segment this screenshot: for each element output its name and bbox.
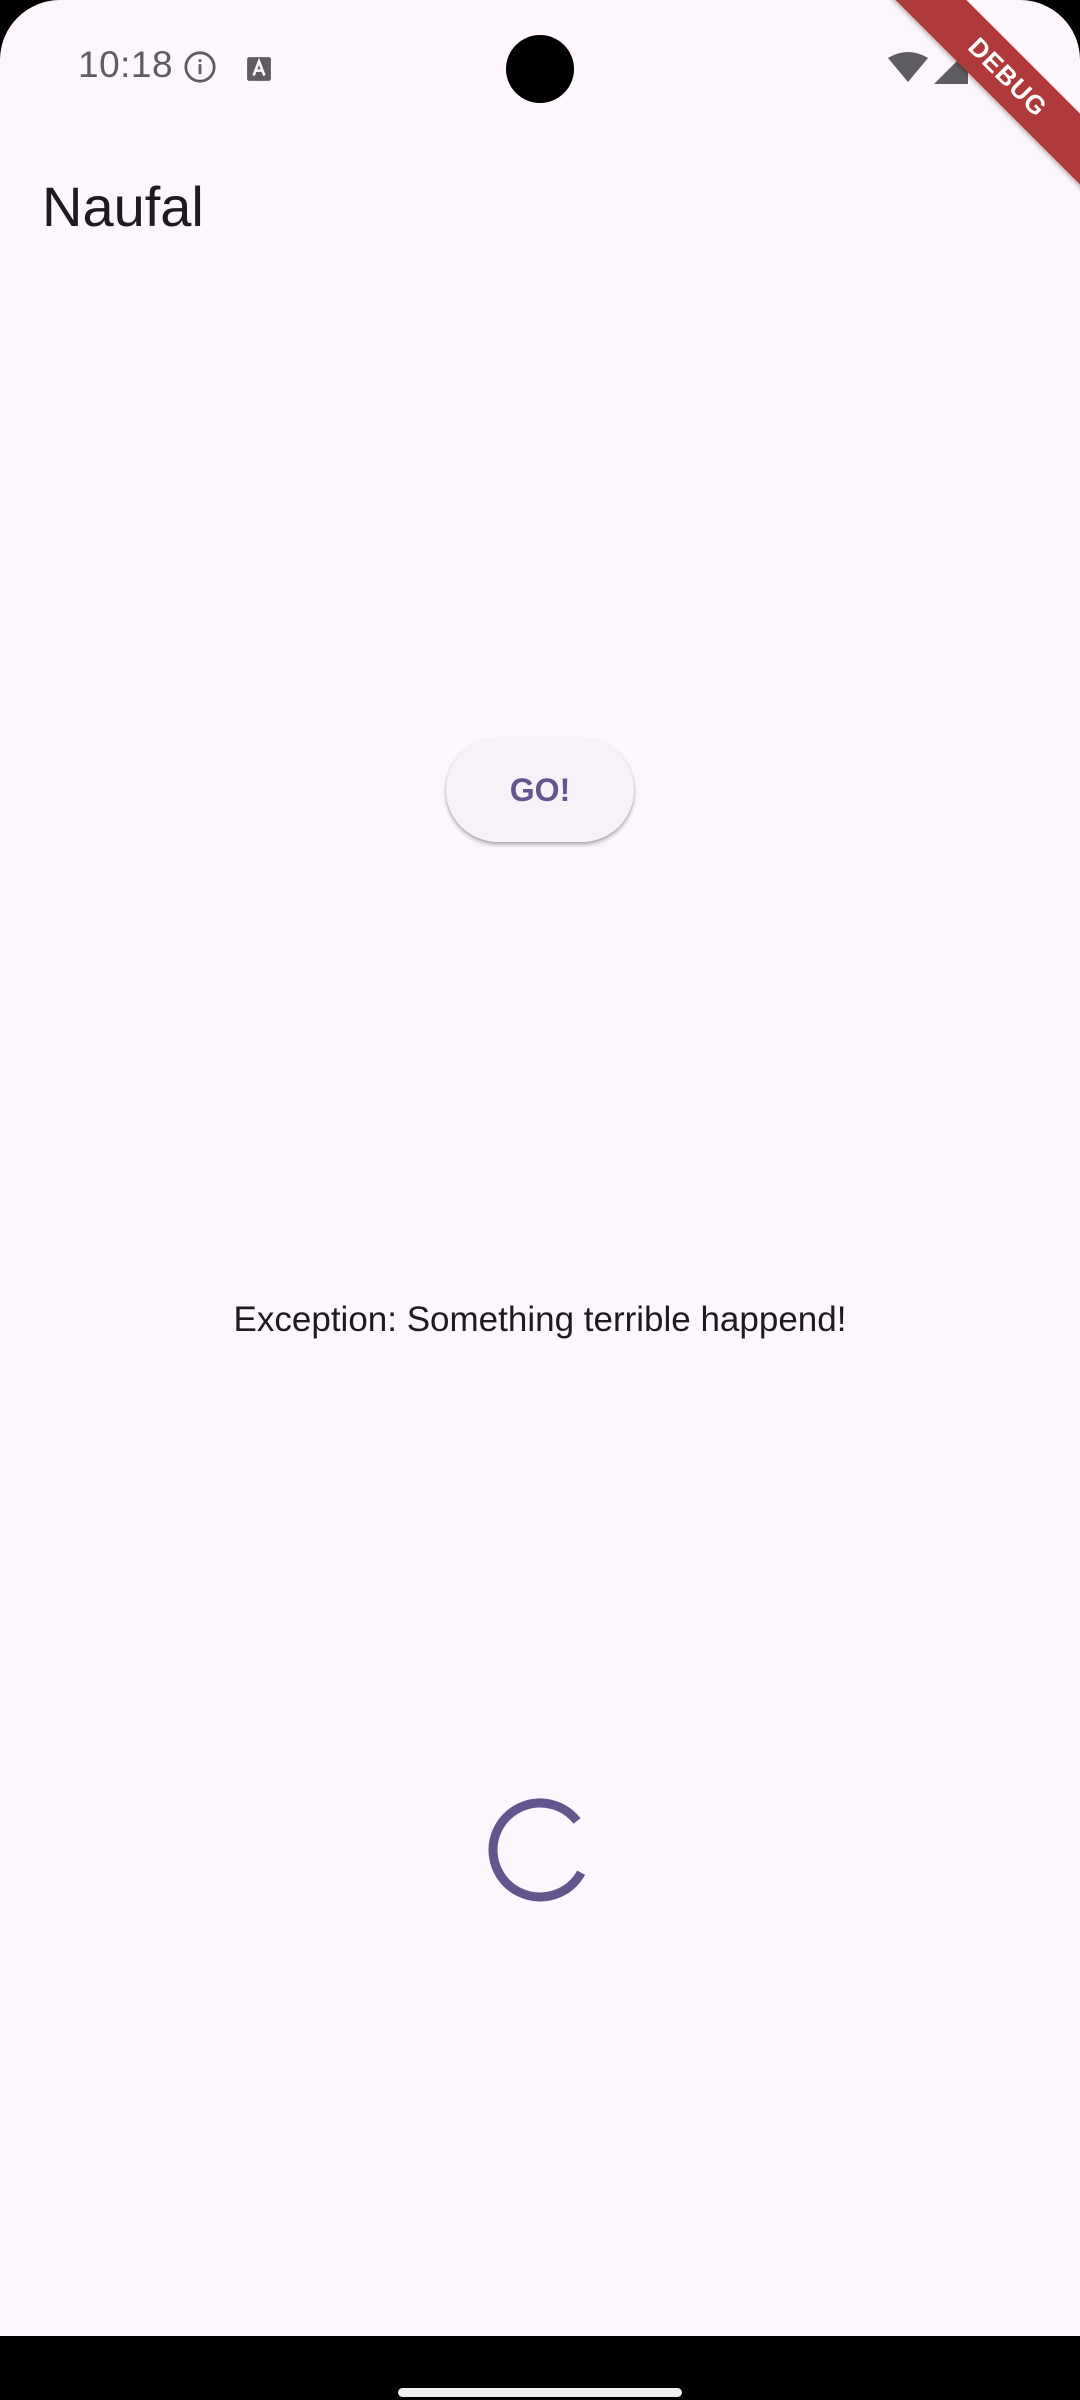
go-button[interactable]: GO! [446, 738, 634, 842]
home-gesture-handle[interactable] [398, 2388, 682, 2397]
info-icon [184, 51, 216, 83]
front-camera [506, 35, 574, 103]
app-bar-title: Naufal [42, 175, 204, 238]
exception-message: Exception: Something terrible happend! [233, 1300, 847, 1339]
status-time: 10:18 [78, 44, 174, 85]
progress-spinner-icon [488, 1798, 592, 1902]
text-a-icon [247, 57, 271, 81]
app-screen: 10:18 DEBUG Naufal GO! Exception: Someth… [0, 0, 1080, 2336]
wifi-icon [888, 52, 928, 82]
